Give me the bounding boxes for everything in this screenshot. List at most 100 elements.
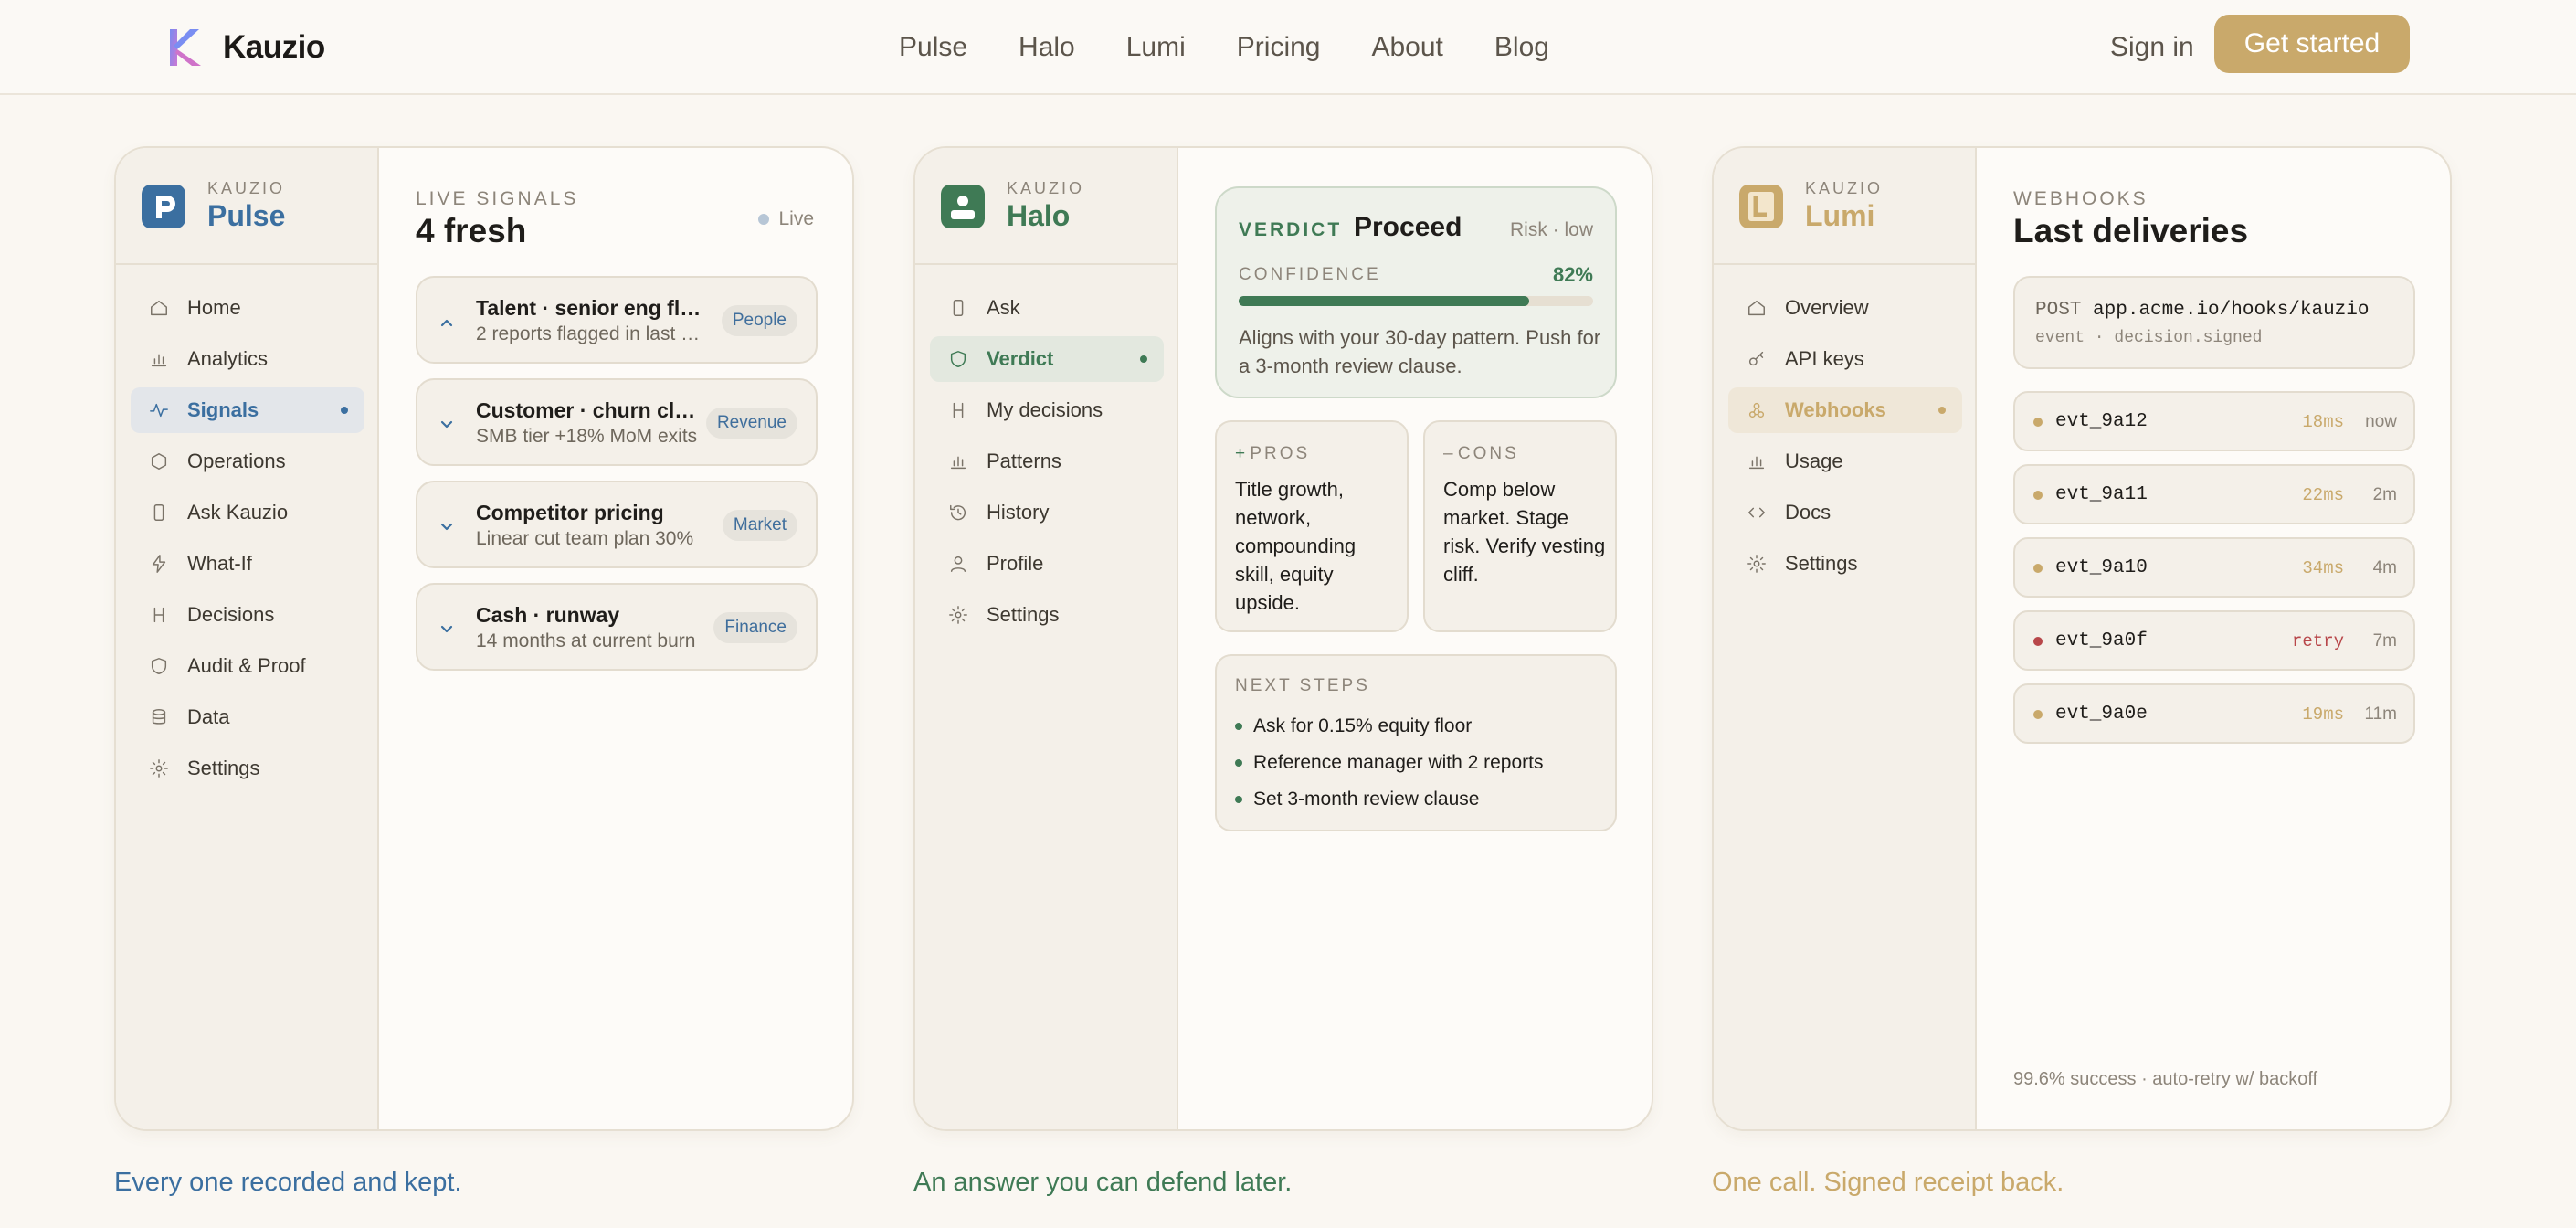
pulse-app-name: Pulse [207,199,286,232]
event-latency: 22ms [2302,485,2344,505]
top-nav: Kauzio Pulse Halo Lumi Pricing About Blo… [0,0,2576,95]
verdict-value: Proceed [1354,212,1462,242]
sidebar-item-verdict[interactable]: Verdict [930,336,1164,382]
delivery-row[interactable]: evt_9a11 22ms 2m [2013,464,2415,524]
get-started-button[interactable]: Get started [2214,15,2410,73]
delivery-row[interactable]: evt_9a10 34ms 4m [2013,537,2415,598]
chevron-down-icon[interactable] [438,415,456,433]
sidebar-item-decisions[interactable]: Decisions [131,592,364,638]
sidebar-item-settings[interactable]: Settings [1728,541,1962,587]
nav-link-halo[interactable]: Halo [1019,32,1075,63]
nav-link-pricing[interactable]: Pricing [1237,32,1321,63]
home-icon [151,300,167,316]
lumi-sidebar: KAUZIO Lumi Overview API keys Webhooks Usag… [1714,148,1977,1129]
event-id: evt_9a0f [2055,630,2148,651]
sidebar-item-usage[interactable]: Usage [1728,439,1962,484]
sidebar-item-patterns[interactable]: Patterns [930,439,1164,484]
sidebar-item-label: Patterns [987,450,1061,472]
sidebar-item-label: API keys [1785,347,1864,370]
bar-chart-icon [950,456,966,470]
sidebar-item-history[interactable]: History [930,490,1164,535]
sidebar-item-webhooks[interactable]: Webhooks [1728,387,1962,433]
gear-icon [949,606,967,624]
event-latency: 19ms [2302,704,2344,725]
shield-icon [151,658,167,674]
sidebar-item-api-keys[interactable]: API keys [1728,336,1962,382]
pros-heading: + PROS [1235,444,1310,464]
signal-title: Cash · runway [476,603,620,627]
event-latency: 34ms [2302,558,2344,578]
activity-icon [150,403,168,418]
next-step-item: Set 3-month review clause [1235,786,1544,822]
signal-tag: Revenue [705,408,797,439]
signal-title: Talent · senior eng flight risk [476,296,704,320]
sidebar-item-settings[interactable]: Settings [131,746,364,791]
delivery-stats: 99.6% success · auto-retry w/ backoff [2013,1069,2318,1089]
live-dot-icon [758,214,770,225]
event-latency: retry [2291,631,2344,651]
status-dot-icon [2033,564,2043,573]
pulse-card: KAUZIO Pulse Home Analytics Signals Operati… [114,146,854,1131]
deliveries-title: Last deliveries [2013,212,2249,249]
sidebar-item-label: What-If [187,552,252,575]
sidebar-item-home[interactable]: Home [131,285,364,331]
chevron-down-icon[interactable] [438,517,456,535]
signal-item[interactable]: Talent · senior eng flight risk 2 reports… [416,276,818,364]
signal-item[interactable]: Competitor pricing Linear cut team plan 3… [416,481,818,568]
signal-item[interactable]: Cash · runway 14 months at current burn Fi… [416,583,818,671]
sidebar-item-analytics[interactable]: Analytics [131,336,364,382]
sidebar-item-ask[interactable]: Ask [930,285,1164,331]
nav-link-lumi[interactable]: Lumi [1126,32,1186,63]
confidence-percent: 82% [1552,263,1593,286]
sidebar-item-signals[interactable]: Signals [131,387,364,433]
signal-item[interactable]: Customer · churn cluster SMB tier +18% Mo… [416,378,818,466]
event-time: 11m [2364,704,2397,724]
sidebar-item-profile[interactable]: Profile [930,541,1164,587]
risk-label: Risk · low [1509,219,1593,240]
sidebar-item-label: Signals [187,398,259,421]
webhook-endpoint: POST app.acme.io/hooks/kauzio event · de… [2013,276,2415,369]
event-time: 4m [2372,558,2397,577]
sidebar-item-ask-kauzio[interactable]: Ask Kauzio [131,490,364,535]
delivery-row[interactable]: evt_9a12 18ms now [2013,391,2415,451]
delivery-row[interactable]: evt_9a0f retry 7m [2013,610,2415,671]
key-icon [1748,351,1764,366]
signals-count-title: 4 fresh [416,212,527,249]
gavel-icon [953,402,964,418]
pulse-sidebar-nav: Home Analytics Signals Operations Ask Kauzio… [131,285,364,797]
signal-tag: Market [722,510,797,541]
lumi-card: KAUZIO Lumi Overview API keys Webhooks Usag… [1712,146,2452,1131]
event-id: evt_9a0e [2055,704,2148,725]
brand[interactable]: Kauzio [164,22,325,73]
sidebar-item-my-decisions[interactable]: My decisions [930,387,1164,433]
sidebar-item-settings[interactable]: Settings [930,592,1164,638]
sidebar-item-label: Settings [187,757,260,779]
signal-subtitle: 14 months at current burn [476,630,696,651]
sidebar-item-label: Home [187,296,241,319]
chevron-down-icon[interactable] [438,619,456,638]
chevron-up-icon[interactable] [438,312,456,331]
lumi-sidebar-header: KAUZIO Lumi [1714,148,1975,265]
sign-in-link[interactable]: Sign in [2110,26,2194,69]
minus-icon: – [1443,444,1458,463]
nav-link-about[interactable]: About [1371,32,1442,63]
nav-link-blog[interactable]: Blog [1494,32,1549,63]
next-steps-panel: NEXT STEPS Ask for 0.15% equity floor Re… [1215,654,1617,831]
halo-app-icon [941,185,985,228]
plus-icon: + [1235,444,1251,463]
event-time: now [2365,412,2397,431]
gavel-icon [153,607,164,623]
lumi-app-name: Lumi [1805,199,1875,232]
sidebar-item-label: My decisions [987,398,1103,421]
sidebar-item-what-if[interactable]: What-If [131,541,364,587]
sidebar-item-docs[interactable]: Docs [1728,490,1962,535]
sidebar-item-audit-proof[interactable]: Audit & Proof [131,643,364,689]
lumi-kicker: KAUZIO [1805,179,1884,197]
sidebar-item-overview[interactable]: Overview [1728,285,1962,331]
main-nav: Pulse Halo Lumi Pricing About Blog [899,26,1549,69]
sidebar-item-data[interactable]: Data [131,694,364,740]
confidence-bar-fill [1239,296,1530,306]
sidebar-item-operations[interactable]: Operations [131,439,364,484]
nav-link-pulse[interactable]: Pulse [899,32,967,63]
delivery-row[interactable]: evt_9a0e 19ms 11m [2013,683,2415,744]
